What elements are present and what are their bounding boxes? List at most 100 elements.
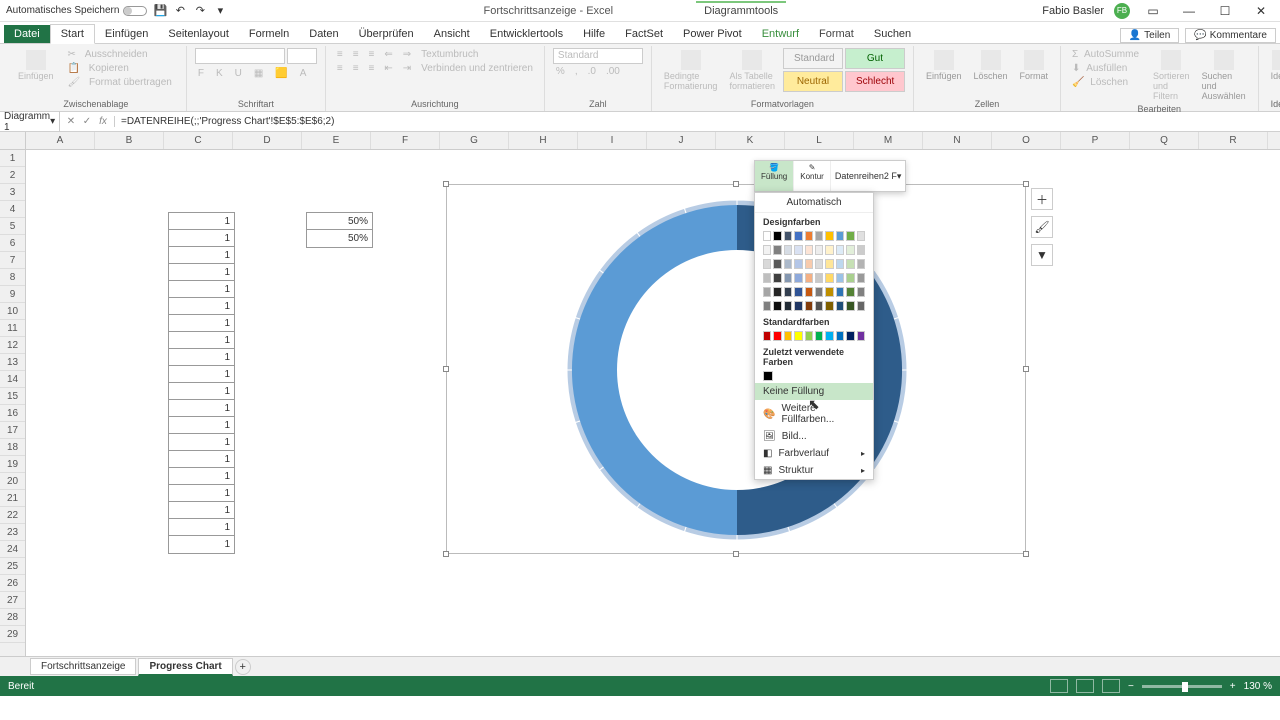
color-swatch[interactable] — [805, 273, 813, 283]
chart-filters-button[interactable]: ▼ — [1031, 244, 1053, 266]
zoom-in-button[interactable]: + — [1230, 681, 1236, 692]
column-header[interactable]: B — [95, 132, 164, 149]
row-header[interactable]: 15 — [0, 388, 25, 405]
color-swatch[interactable] — [846, 273, 854, 283]
color-swatch[interactable] — [857, 273, 865, 283]
delete-cells-button[interactable]: Löschen — [969, 48, 1011, 83]
row-header[interactable]: 25 — [0, 558, 25, 575]
cell[interactable]: 1 — [169, 400, 234, 417]
row-header[interactable]: 8 — [0, 269, 25, 286]
row-header[interactable]: 14 — [0, 371, 25, 388]
formula-input[interactable]: =DATENREIHE(;;'Progress Chart'!$E$5:$E$6… — [115, 116, 1280, 127]
color-swatch[interactable] — [815, 259, 823, 269]
color-swatch[interactable] — [763, 301, 771, 311]
select-all-corner[interactable] — [0, 132, 26, 149]
color-swatch[interactable] — [763, 273, 771, 283]
color-swatch[interactable] — [763, 331, 771, 341]
color-swatch[interactable] — [836, 331, 844, 341]
format-cells-button[interactable]: Format — [1016, 48, 1053, 83]
color-swatch[interactable] — [846, 259, 854, 269]
color-swatch[interactable] — [836, 273, 844, 283]
cell[interactable]: 1 — [169, 230, 234, 247]
comments-button[interactable]: 💬Kommentare — [1185, 28, 1276, 43]
fill-dropdown-button[interactable]: 🪣Füllung — [755, 161, 794, 191]
color-swatch[interactable] — [805, 287, 813, 297]
row-header[interactable]: 12 — [0, 337, 25, 354]
color-swatch[interactable] — [836, 301, 844, 311]
undo-icon[interactable]: ↶ — [173, 4, 187, 18]
more-colors-button[interactable]: 🎨Weitere Füllfarben... — [755, 400, 873, 428]
cell[interactable]: 1 — [169, 264, 234, 281]
data-column-c[interactable]: 11111111111111111111 — [168, 212, 235, 554]
color-swatch[interactable] — [857, 245, 865, 255]
texture-fill-button[interactable]: ▦Struktur▸ — [755, 462, 873, 479]
maximize-icon[interactable]: ☐ — [1212, 2, 1238, 20]
color-swatch[interactable] — [836, 231, 844, 241]
row-header[interactable]: 19 — [0, 456, 25, 473]
chart-handle[interactable] — [443, 551, 449, 557]
column-header[interactable]: D — [233, 132, 302, 149]
style-standard[interactable]: Standard — [783, 48, 843, 69]
row-header[interactable]: 16 — [0, 405, 25, 422]
color-swatch[interactable] — [825, 287, 833, 297]
row-header[interactable]: 29 — [0, 626, 25, 643]
redo-icon[interactable]: ↷ — [193, 4, 207, 18]
close-icon[interactable]: ✕ — [1248, 2, 1274, 20]
add-sheet-button[interactable]: + — [235, 659, 251, 675]
row-header[interactable]: 23 — [0, 524, 25, 541]
color-swatch[interactable] — [784, 301, 792, 311]
row-header[interactable]: 2 — [0, 167, 25, 184]
color-swatch[interactable] — [857, 331, 865, 341]
tab-help[interactable]: Hilfe — [573, 25, 615, 43]
color-swatch[interactable] — [846, 301, 854, 311]
chart-handle[interactable] — [443, 366, 449, 372]
row-header[interactable]: 6 — [0, 235, 25, 252]
page-layout-view-button[interactable] — [1076, 679, 1094, 693]
color-swatch[interactable] — [794, 259, 802, 269]
chart-handle[interactable] — [443, 181, 449, 187]
tab-format[interactable]: Format — [809, 25, 864, 43]
row-header[interactable]: 11 — [0, 320, 25, 337]
color-swatch[interactable] — [846, 231, 854, 241]
color-swatch[interactable] — [857, 287, 865, 297]
column-header[interactable]: C — [164, 132, 233, 149]
color-swatch[interactable] — [784, 273, 792, 283]
row-header[interactable]: 4 — [0, 201, 25, 218]
tab-developer[interactable]: Entwicklertools — [480, 25, 573, 43]
sheet-tab-1[interactable]: Fortschrittsanzeige — [30, 658, 136, 675]
tab-formulas[interactable]: Formeln — [239, 25, 299, 43]
column-header[interactable]: F — [371, 132, 440, 149]
tab-review[interactable]: Überprüfen — [349, 25, 424, 43]
color-swatch[interactable] — [825, 259, 833, 269]
color-swatch[interactable] — [784, 331, 792, 341]
cell[interactable]: 1 — [169, 519, 234, 536]
tab-file[interactable]: Datei — [4, 25, 50, 43]
color-swatch[interactable] — [763, 259, 771, 269]
color-swatch[interactable] — [846, 287, 854, 297]
style-bad[interactable]: Schlecht — [845, 71, 905, 92]
cell[interactable]: 1 — [169, 451, 234, 468]
column-header[interactable]: R — [1199, 132, 1268, 149]
color-swatch[interactable] — [784, 231, 792, 241]
tab-start[interactable]: Start — [50, 24, 95, 44]
cell[interactable]: 1 — [169, 332, 234, 349]
save-icon[interactable]: 💾 — [153, 4, 167, 18]
zoom-level[interactable]: 130 % — [1244, 681, 1272, 692]
cell[interactable]: 1 — [169, 468, 234, 485]
style-good[interactable]: Gut — [845, 48, 905, 69]
sheet-tab-2[interactable]: Progress Chart — [138, 658, 232, 676]
chart-styles-button[interactable]: 🖌 — [1031, 216, 1053, 238]
chart-elements-button[interactable]: ＋ — [1031, 188, 1053, 210]
normal-view-button[interactable] — [1050, 679, 1068, 693]
column-header[interactable]: G — [440, 132, 509, 149]
row-header[interactable]: 24 — [0, 541, 25, 558]
column-header[interactable]: I — [578, 132, 647, 149]
row-header[interactable]: 28 — [0, 609, 25, 626]
row-header[interactable]: 10 — [0, 303, 25, 320]
column-header[interactable]: A — [26, 132, 95, 149]
chart-handle[interactable] — [733, 551, 739, 557]
row-header[interactable]: 21 — [0, 490, 25, 507]
column-header[interactable]: E — [302, 132, 371, 149]
zoom-out-button[interactable]: − — [1128, 681, 1134, 692]
chart-handle[interactable] — [1023, 181, 1029, 187]
